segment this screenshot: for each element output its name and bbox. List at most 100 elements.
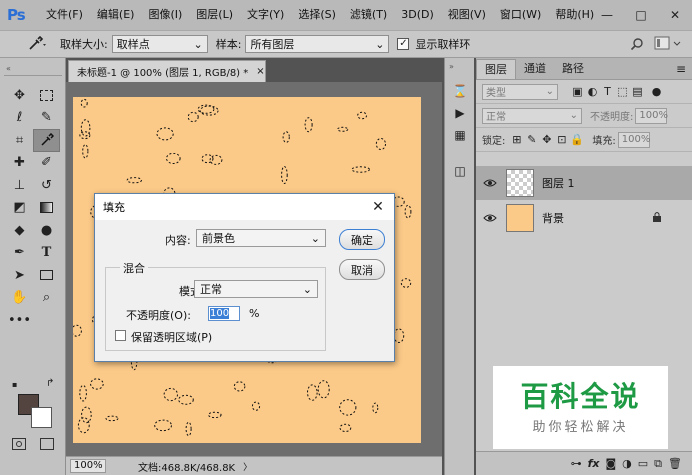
history-brush-tool-icon[interactable]: ↺ — [33, 174, 60, 197]
eyedropper-tool-icon[interactable] — [33, 129, 60, 152]
group-icon[interactable]: ▭ — [638, 457, 648, 470]
blend-mode-select[interactable]: 正常 ⌄ — [482, 107, 582, 124]
layer-row-1[interactable]: 图层 1 — [476, 166, 692, 200]
pixel-filter-icon[interactable]: ▣ — [570, 85, 585, 98]
status-arrow-icon[interactable]: 〉 — [243, 460, 252, 473]
swap-colors-icon[interactable]: ↱ — [46, 378, 54, 389]
adjustment-icon[interactable]: ◑ — [622, 457, 632, 470]
type-tool-icon[interactable]: T — [33, 242, 60, 265]
selection-outline — [337, 126, 349, 132]
fill-field[interactable]: 100% — [617, 131, 650, 148]
opacity-field[interactable]: 100% — [635, 107, 668, 124]
history-panel-icon[interactable]: ⌛ — [451, 82, 469, 100]
search-icon[interactable] — [630, 37, 644, 51]
layer-row-background[interactable]: 背景 — [476, 201, 692, 235]
pen-tool-icon[interactable]: ✒ — [6, 242, 33, 265]
hand-tool-icon[interactable]: ✋ — [6, 287, 33, 310]
sample-select[interactable]: 所有图层 ⌄ — [245, 35, 390, 53]
fx-icon[interactable]: fx — [588, 457, 600, 470]
menu-window[interactable]: 窗口(W) — [493, 0, 548, 30]
layer-filter-select[interactable]: 类型 ⌄ — [482, 83, 558, 100]
smart-object-filter-icon[interactable]: ▤ — [630, 85, 645, 98]
filter-toggle-icon[interactable]: ● — [649, 85, 664, 98]
lock-pixels-icon[interactable]: ✎ — [524, 133, 539, 146]
tab-layers[interactable]: 图层 — [476, 59, 516, 79]
workspace-switcher-icon[interactable] — [654, 35, 684, 53]
actions-panel-icon[interactable]: ▶ — [451, 104, 469, 122]
sample-size-select[interactable]: 取样点 ⌄ — [111, 35, 208, 53]
zoom-tool-icon[interactable]: ⌕ — [33, 287, 60, 310]
show-ring-checkbox[interactable]: ✓ — [397, 38, 410, 50]
menu-file[interactable]: 文件(F) — [39, 0, 90, 30]
quick-selection-tool-icon[interactable]: ✎ — [33, 107, 60, 130]
zoom-field[interactable]: 100% — [70, 459, 106, 473]
mask-icon[interactable]: ◙ — [605, 457, 616, 470]
content-select[interactable]: 前景色 ⌄ — [196, 229, 326, 247]
clone-stamp-tool-icon[interactable]: ⊥ — [6, 174, 33, 197]
lasso-tool-icon[interactable]: ℓ — [6, 107, 33, 130]
lock-transparent-icon[interactable]: ⊞ — [509, 133, 524, 146]
selection-outline — [79, 131, 91, 140]
mode-select[interactable]: 正常 ⌄ — [194, 280, 318, 298]
panel-menu-icon[interactable]: ≡ — [676, 59, 686, 79]
dialog-close-button[interactable]: ✕ — [368, 197, 388, 217]
mode-value: 正常 — [200, 283, 222, 296]
photoshop-logo: Ps — [7, 6, 26, 24]
minimize-button[interactable]: — — [590, 0, 624, 30]
menu-select[interactable]: 选择(S) — [291, 0, 343, 30]
lock-all-icon[interactable]: 🔒 — [569, 133, 584, 146]
visibility-eye-icon[interactable] — [476, 178, 504, 188]
cancel-button[interactable]: 取消 — [339, 259, 385, 280]
menu-3d[interactable]: 3D(D) — [394, 0, 441, 30]
move-tool-icon[interactable]: ✥ — [6, 84, 33, 107]
trash-icon[interactable]: 🗑 — [668, 457, 682, 470]
path-selection-tool-icon[interactable]: ➤ — [6, 264, 33, 287]
visibility-eye-icon[interactable] — [476, 213, 504, 223]
link-icon[interactable]: ⊶ — [571, 457, 582, 470]
lock-position-icon[interactable]: ✥ — [539, 133, 554, 146]
menu-view[interactable]: 视图(V) — [441, 0, 493, 30]
menu-type[interactable]: 文字(Y) — [240, 0, 291, 30]
crop-tool-icon[interactable]: ⌗ — [6, 129, 33, 152]
brush-tool-icon[interactable]: ✐ — [33, 152, 60, 175]
screen-mode-icon[interactable] — [40, 438, 54, 450]
menu-layer[interactable]: 图层(L) — [189, 0, 240, 30]
background-color-swatch[interactable] — [31, 407, 52, 428]
quick-mask-icon[interactable] — [12, 438, 26, 450]
collapse-arrows-icon[interactable]: « — [6, 64, 11, 73]
dodge-tool-icon[interactable]: ● — [33, 219, 60, 242]
preserve-transparency-checkbox[interactable] — [115, 330, 126, 341]
menu-image[interactable]: 图像(I) — [141, 0, 189, 30]
artboard-lock-icon[interactable]: ⊡ — [554, 133, 569, 146]
close-tab-icon[interactable]: × — [256, 66, 264, 77]
healing-brush-tool-icon[interactable]: ✚ — [6, 152, 33, 175]
eraser-tool-icon[interactable]: ◩ — [6, 197, 33, 220]
tab-channels[interactable]: 通道 — [516, 59, 554, 79]
opacity-value: 100 — [210, 308, 230, 319]
eyedropper-tool-preset[interactable] — [22, 33, 54, 55]
marquee-tool-icon[interactable] — [33, 84, 60, 107]
tab-paths[interactable]: 路径 — [554, 59, 592, 79]
type-filter-icon[interactable]: T — [600, 85, 615, 98]
menu-edit[interactable]: 编辑(E) — [90, 0, 142, 30]
ok-button[interactable]: 确定 — [339, 229, 385, 250]
menu-filter[interactable]: 滤镜(T) — [343, 0, 394, 30]
selection-outline — [201, 154, 214, 164]
lock-icon — [652, 211, 662, 225]
new-layer-icon[interactable]: ⧉ — [654, 457, 662, 471]
gradient-tool-icon[interactable] — [33, 197, 60, 220]
collapse-arrows-icon[interactable]: » — [449, 62, 454, 71]
adjustment-filter-icon[interactable]: ◐ — [585, 85, 600, 98]
opacity-input[interactable]: 100 — [208, 306, 240, 321]
document-tab[interactable]: 未标题-1 @ 100% (图层 1, RGB/8) * × — [68, 60, 266, 82]
shape-filter-icon[interactable]: ⬚ — [615, 85, 630, 98]
close-window-button[interactable]: ✕ — [658, 0, 692, 30]
maximize-button[interactable]: □ — [624, 0, 658, 30]
default-colors-icon[interactable]: ▪ — [12, 380, 17, 389]
more-tools-icon[interactable]: ••• — [6, 309, 33, 332]
libraries-panel-icon[interactable]: ▦ — [451, 126, 469, 144]
rectangle-tool-icon[interactable] — [33, 264, 60, 287]
properties-panel-icon[interactable]: ◫ — [451, 162, 469, 180]
selection-outline — [156, 127, 174, 141]
blur-tool-icon[interactable]: ◆ — [6, 219, 33, 242]
